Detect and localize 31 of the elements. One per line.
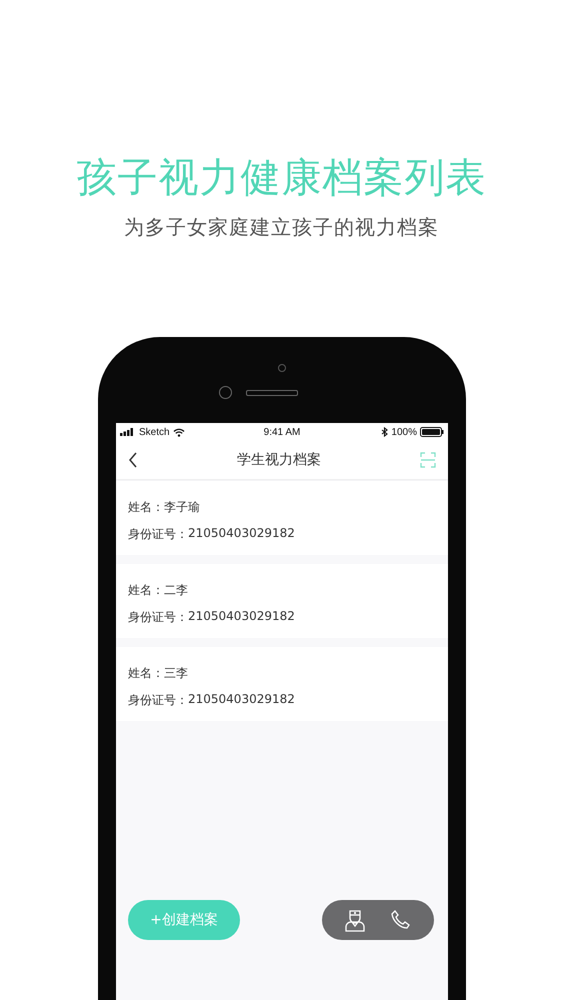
- student-name: 三李: [164, 665, 188, 682]
- doctor-icon[interactable]: [344, 908, 366, 932]
- bluetooth-icon: [381, 427, 388, 437]
- camera-icon: [218, 386, 232, 399]
- field-label: 身份证号：: [128, 692, 188, 709]
- field-label: 姓名：: [128, 499, 164, 516]
- record-card[interactable]: 姓名：三李 身份证号：21050403029182: [116, 647, 448, 721]
- field-label: 姓名：: [128, 582, 164, 599]
- record-card[interactable]: 姓名：李子瑜 身份证号：21050403029182: [116, 481, 448, 555]
- student-name: 李子瑜: [164, 499, 200, 516]
- headline: 孩子视力健康档案列表: [76, 154, 486, 203]
- back-icon[interactable]: [128, 452, 138, 468]
- status-time: 9:41 AM: [264, 426, 300, 438]
- sensor-dot: [278, 364, 286, 372]
- record-card[interactable]: 姓名：二李 身份证号：21050403029182: [116, 564, 448, 638]
- carrier-name: Sketch: [139, 426, 170, 438]
- id-number: 21050403029182: [188, 609, 295, 625]
- student-name: 二李: [164, 582, 188, 599]
- field-label: 身份证号：: [128, 526, 188, 543]
- battery-percent: 100%: [391, 426, 417, 438]
- id-number: 21050403029182: [188, 692, 295, 708]
- battery-icon: [420, 427, 444, 437]
- id-number: 21050403029182: [188, 526, 295, 542]
- subtitle: 为多子女家庭建立孩子的视力档案: [124, 214, 439, 241]
- phone-icon[interactable]: [390, 909, 412, 931]
- wifi-icon: [172, 428, 185, 436]
- signal-icon: [120, 428, 136, 436]
- field-label: 姓名：: [128, 665, 164, 682]
- field-label: 身份证号：: [128, 609, 188, 626]
- screen-title: 学生视力档案: [237, 451, 321, 469]
- speaker-grille: [246, 390, 298, 396]
